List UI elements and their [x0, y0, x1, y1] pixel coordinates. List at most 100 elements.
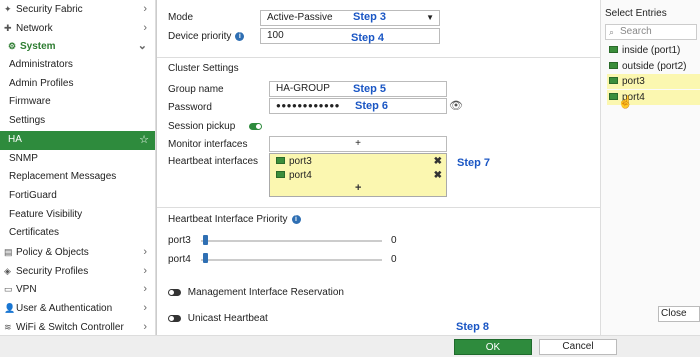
heartbeat-priority-title: Heartbeat Interface Priority i [168, 214, 301, 225]
cluster-settings-title: Cluster Settings [168, 63, 239, 74]
chevron-right-icon: › [143, 21, 147, 34]
sidebar-item-label: VPN [16, 284, 37, 296]
sidebar-item-label: Policy & Objects [16, 246, 89, 258]
sidebar-item-label: HA [8, 133, 22, 145]
sidebar-item-label: Replacement Messages [9, 171, 117, 183]
sidebar-item-label: Firmware [9, 96, 51, 108]
chevron-right-icon: › [143, 320, 147, 333]
sidebar-item-certificates[interactable]: Certificates [0, 224, 155, 243]
unicast-heartbeat-toggle[interactable] [168, 314, 181, 322]
mode-label: Mode [168, 12, 194, 23]
sidebar-item-security-fabric[interactable]: ✦ Security Fabric › [0, 0, 155, 19]
sidebar-item-label: Settings [9, 115, 46, 127]
priority-port4-handle[interactable] [203, 253, 208, 263]
sidebar-item-security-profiles[interactable]: ◈ Security Profiles › [0, 262, 155, 281]
sidebar-item-label: Security Fabric [16, 4, 83, 15]
port-icon [276, 157, 285, 164]
entry-inside-port1[interactable]: inside (port1) [607, 43, 700, 58]
sidebar-item-label: Admin Profiles [9, 77, 74, 89]
remove-port4-icon[interactable]: ✖ [434, 170, 442, 181]
sidebar-item-feature-visibility[interactable]: Feature Visibility [0, 206, 155, 225]
hand-cursor-icon: ☝ [618, 95, 633, 109]
password-label: Password [168, 102, 212, 113]
chevron-down-icon: ⌄ [137, 40, 147, 53]
chevron-right-icon: › [143, 302, 147, 314]
heartbeat-entry-port3: port3 [276, 156, 312, 167]
device-priority-input[interactable]: 100 [260, 28, 440, 44]
sidebar-item-fortiguard[interactable]: FortiGuard [0, 187, 155, 206]
group-name-label: Group name [168, 84, 224, 95]
monitor-interfaces-add[interactable]: + [269, 136, 447, 152]
close-button[interactable]: Close [658, 306, 700, 322]
sidebar-item-settings[interactable]: Settings [0, 112, 155, 131]
eye-icon[interactable]: 👁 [449, 99, 463, 112]
search-icon: ⌕ [609, 27, 615, 37]
step-3-annotation: Step 3 [353, 11, 387, 23]
info-icon[interactable]: i [235, 32, 245, 41]
priority-section-divider [157, 207, 600, 208]
port-icon [609, 77, 618, 84]
sidebar-item-replacement-messages[interactable]: Replacement Messages [0, 168, 155, 187]
add-heartbeat-icon[interactable]: + [355, 182, 361, 194]
sidebar-item-label: System [20, 41, 56, 53]
entries-search-input[interactable]: ⌕ Search [605, 24, 697, 40]
ok-button[interactable]: OK [454, 339, 532, 355]
select-entries-title: Select Entries [605, 8, 667, 19]
cluster-settings-divider [157, 57, 600, 58]
plus-icon: + [355, 138, 361, 149]
sidebar-item-label: Feature Visibility [9, 208, 83, 220]
heartbeat-interfaces-field[interactable]: port3 ✖ port4 ✖ + [269, 153, 447, 197]
sidebar-item-system[interactable]: ⚙ System ⌄ [0, 37, 155, 56]
sidebar-item-user-authentication[interactable]: 👤User & Authentication › [0, 299, 155, 318]
device-priority-label: Device priority i [168, 31, 245, 42]
fabric-icon: ✦ [4, 4, 12, 14]
sidebar-item-label: Security Profiles [16, 265, 89, 277]
port-icon [276, 171, 285, 178]
step-5-annotation: Step 5 [353, 83, 387, 95]
unicast-heartbeat-row: Unicast Heartbeat [168, 313, 268, 324]
policy-icon: ▤ [4, 246, 13, 257]
sidebar-item-label: SNMP [9, 152, 38, 164]
sidebar-item-network[interactable]: ✚ Network › [0, 19, 155, 38]
sidebar-item-label: User & Authentication [16, 303, 113, 314]
priority-port3-handle[interactable] [203, 235, 208, 245]
sidebar-item-wifi-switch-controller[interactable]: ≋ WiFi & Switch Controller › [0, 318, 155, 337]
entry-outside-port2[interactable]: outside (port2) [607, 59, 700, 74]
heartbeat-entry-port4: port4 [276, 170, 312, 181]
toggle-on-icon [249, 122, 262, 130]
mgmt-reservation-row: Management Interface Reservation [168, 287, 344, 298]
sidebar-item-label: Network [16, 22, 53, 34]
mode-select[interactable]: Active-Passive ▼ [260, 10, 440, 26]
sidebar-item-ha[interactable]: HA ☆ [0, 130, 155, 150]
priority-port4-slider[interactable] [201, 259, 382, 261]
priority-port3-value: 0 [391, 235, 397, 246]
entry-port3[interactable]: port3 [607, 74, 700, 89]
select-entries-panel: Select Entries ⌕ Search inside (port1) o… [600, 0, 700, 335]
info-icon[interactable]: i [291, 215, 301, 224]
mgmt-reservation-toggle[interactable] [168, 288, 181, 296]
search-placeholder: Search [620, 26, 652, 37]
session-pickup-toggle[interactable] [249, 121, 262, 132]
priority-port3-slider[interactable] [201, 240, 382, 242]
sidebar-item-snmp[interactable]: SNMP [0, 150, 155, 169]
remove-port3-icon[interactable]: ✖ [434, 156, 442, 167]
sidebar-item-vpn[interactable]: ▭ VPN › [0, 280, 155, 299]
star-icon[interactable]: ☆ [139, 131, 149, 150]
sidebar: ✦ Security Fabric › ✚ Network › ⚙ System ⌄ Admini… [0, 0, 156, 357]
step-4-annotation: Step 4 [351, 32, 385, 44]
monitor-interfaces-label: Monitor interfaces [168, 139, 248, 150]
cancel-button[interactable]: Cancel [539, 339, 617, 355]
ha-settings-form: Mode Active-Passive ▼ Step 3 Device prio… [157, 0, 600, 335]
sidebar-item-admin-profiles[interactable]: Admin Profiles [0, 75, 155, 94]
security-profiles-icon: ◈ [4, 265, 11, 276]
sidebar-item-administrators[interactable]: Administrators [0, 56, 155, 75]
chevron-right-icon: › [143, 283, 147, 296]
system-icon: ⚙ [8, 41, 17, 52]
heartbeat-interfaces-label: Heartbeat interfaces [168, 156, 259, 167]
sidebar-item-policy-objects[interactable]: ▤ Policy & Objects › [0, 243, 155, 262]
chevron-right-icon: › [143, 3, 147, 15]
sidebar-item-firmware[interactable]: Firmware [0, 93, 155, 112]
priority-port3-label: port3 [168, 235, 191, 246]
chevron-right-icon: › [143, 245, 147, 258]
priority-port4-value: 0 [391, 254, 397, 265]
